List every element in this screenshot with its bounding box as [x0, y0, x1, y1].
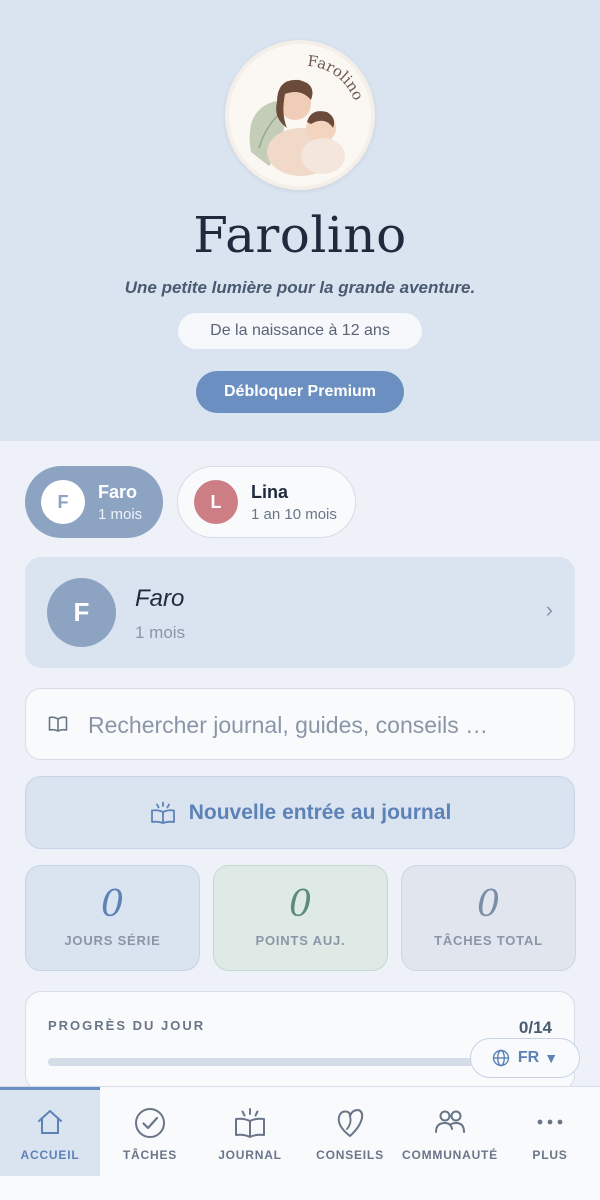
child-age: 1 mois — [98, 505, 143, 523]
nav-label: ACCUEIL — [20, 1148, 80, 1162]
profile-name: Faro — [135, 585, 185, 612]
stat-points-today: 0 POINTS AUJ. — [213, 865, 388, 971]
globe-icon — [492, 1049, 510, 1067]
journal-icon — [150, 801, 175, 824]
stat-tasks-total: 0 TÂCHES TOTAL — [401, 865, 576, 971]
new-entry-label: Nouvelle entrée au journal — [188, 800, 452, 824]
chevron-right-icon: › — [545, 597, 553, 622]
avatar: L — [194, 480, 238, 524]
hero-header: Farolino Farolino Une petite lumière pou… — [0, 0, 600, 441]
more-icon — [537, 1119, 563, 1125]
unlock-premium-button[interactable]: Débloquer Premium — [196, 371, 404, 413]
nav-label: PLUS — [532, 1148, 568, 1162]
tagline: Une petite lumière pour la grande aventu… — [124, 278, 476, 297]
nav-label: JOURNAL — [218, 1148, 282, 1162]
journal-icon — [235, 1108, 265, 1138]
search-bar[interactable] — [25, 688, 575, 760]
child-name: Faro — [98, 481, 138, 502]
child-chip-lina[interactable]: L Lina 1 an 10 mois — [177, 466, 356, 538]
stat-streak-days: 0 JOURS SÉRIE — [25, 865, 200, 971]
new-journal-entry-button[interactable]: Nouvelle entrée au journal — [25, 776, 575, 849]
profile-avatar: F — [47, 578, 116, 647]
language-selector[interactable]: FR ▼ — [470, 1038, 580, 1078]
avatar: F — [41, 480, 85, 524]
heart-leaf-icon — [337, 1109, 364, 1137]
nav-label: TÂCHES — [122, 1148, 178, 1162]
nav-tab-plus[interactable]: PLUS — [500, 1087, 600, 1177]
child-chip-faro[interactable]: F Faro 1 mois — [25, 466, 163, 538]
nav-label: COMMUNAUTÉ — [402, 1148, 498, 1162]
child-profile-card[interactable]: F Faro 1 mois › — [25, 557, 575, 668]
progress-title: PROGRÈS DU JOUR — [48, 1018, 206, 1033]
profile-age: 1 mois — [135, 623, 186, 642]
app-title: Farolino — [193, 206, 407, 264]
nav-tab-accueil[interactable]: ACCUEIL — [0, 1087, 100, 1177]
stat-label: TÂCHES TOTAL — [434, 933, 543, 948]
search-input[interactable] — [88, 707, 548, 743]
app-logo: Farolino — [225, 40, 375, 190]
people-icon — [435, 1110, 465, 1133]
nav-tab-journal[interactable]: JOURNAL — [200, 1087, 300, 1177]
nav-tab-communaute[interactable]: COMMUNAUTÉ — [400, 1087, 500, 1177]
progress-count: 0/14 — [518, 1018, 552, 1037]
home-icon — [38, 1110, 62, 1134]
child-name: Lina — [251, 481, 289, 502]
book-icon — [48, 716, 68, 732]
stat-value: 0 — [289, 884, 312, 925]
check-circle-icon — [135, 1108, 165, 1138]
nav-tab-conseils[interactable]: CONSEILS — [300, 1087, 400, 1177]
stat-value: 0 — [477, 884, 500, 925]
caret-down-icon: ▼ — [544, 1050, 559, 1066]
stat-label: POINTS AUJ. — [255, 933, 346, 948]
nav-label: CONSEILS — [316, 1148, 384, 1162]
bottom-navigation: ACCUEIL TÂCHES JOURNAL CONSEILS COMMUNAU… — [0, 1086, 600, 1177]
stat-label: JOURS SÉRIE — [64, 933, 161, 948]
language-label: FR — [517, 1049, 540, 1066]
bottom-safe-area — [0, 1176, 600, 1200]
logo-text: Farolino — [306, 52, 367, 103]
age-range-badge: De la naissance à 12 ans — [178, 313, 422, 349]
nav-tab-taches[interactable]: TÂCHES — [100, 1087, 200, 1177]
stat-value: 0 — [101, 884, 124, 925]
child-age: 1 an 10 mois — [251, 505, 337, 523]
